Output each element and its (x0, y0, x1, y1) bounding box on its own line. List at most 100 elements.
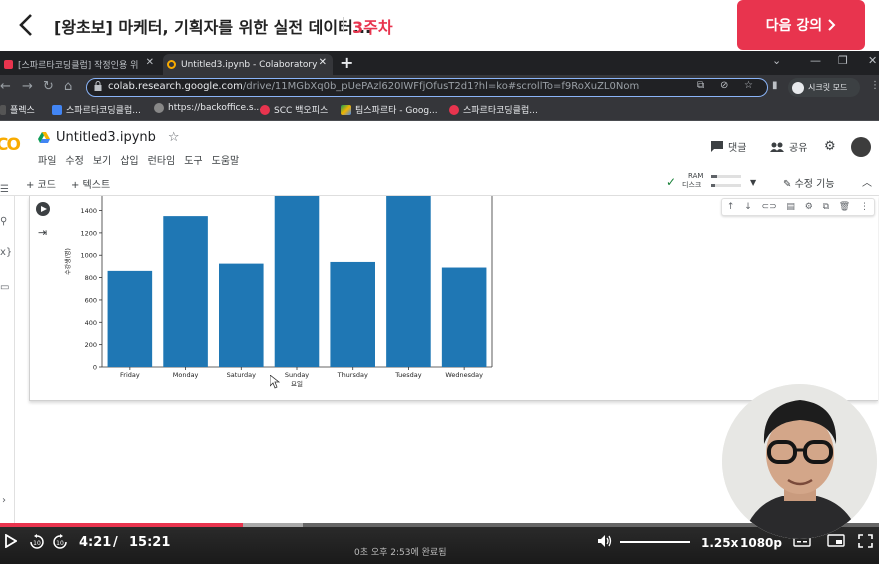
back-arrow-icon (19, 14, 32, 36)
share-button[interactable]: 공유 (770, 139, 807, 154)
search-icon[interactable]: ⚲ (0, 216, 7, 227)
course-header: [왕초보] 마케터, 기획자를 위한 실전 데이터... 3주차 다음 강의 (0, 0, 879, 51)
bar-monday (163, 216, 208, 367)
browser-menu-icon[interactable]: ⋮ (870, 80, 879, 91)
next-lecture-button[interactable]: 다음 강의 (737, 0, 865, 50)
back-nav-icon[interactable]: ← (0, 79, 11, 94)
bookmark-item[interactable]: 플렉스 (0, 103, 35, 116)
tab-search-icon[interactable]: ⌄ (772, 54, 781, 67)
rewind-10-icon[interactable]: 10 (29, 534, 45, 554)
menu-runtime[interactable]: 런타임 (148, 152, 176, 167)
ram-bar (711, 175, 741, 178)
link-icon[interactable]: ⊂⊃ (762, 202, 777, 212)
pip-icon[interactable] (827, 534, 845, 551)
toc-icon[interactable]: ☰ (0, 184, 9, 195)
settings-gear-icon[interactable]: ⚙ (824, 139, 836, 154)
files-folder-icon[interactable]: ▭ (0, 282, 9, 293)
bookmark-item[interactable]: 스파르타코딩클럽... (52, 103, 141, 116)
x-tick-label: Wednesday (445, 371, 483, 379)
connected-check-icon: ✓ (666, 175, 677, 189)
eye-off-icon[interactable]: ⊘ (720, 80, 728, 91)
y-tick-label: 800 (85, 274, 97, 282)
delete-cell-icon[interactable]: 🗑 (839, 202, 850, 212)
browser-tab-colab[interactable]: Untitled3.ipynb - Colaboratory ✕ (163, 54, 333, 75)
menu-help[interactable]: 도움말 (212, 152, 240, 167)
edit-mode-button[interactable]: ✎ 수정 기능 (783, 175, 835, 190)
output-clear-icon[interactable]: ⇥ (38, 226, 47, 239)
star-icon[interactable]: ☆ (168, 130, 180, 145)
x-tick-label: Tuesday (394, 371, 422, 379)
bookmark-star-icon[interactable]: ☆ (744, 80, 753, 91)
cell-settings-icon[interactable]: ⚙ (805, 202, 813, 212)
quality-button[interactable]: 1080p (740, 536, 782, 550)
bookmark-favicon-icon (52, 104, 62, 115)
profile-label: 시크릿 모드 (808, 83, 848, 92)
bookmark-item[interactable]: SCC 백오피스 (260, 103, 328, 116)
home-icon[interactable]: ⌂ (64, 79, 72, 94)
browser-tab-sparta[interactable]: [스파르타코딩클럽] 작정인용 위 ✕ (0, 54, 160, 75)
instructor-webcam (722, 384, 877, 539)
x-axis-label: 요일 (291, 379, 303, 388)
current-time: 4:21 (79, 535, 112, 550)
bookmark-favicon-icon (0, 104, 6, 115)
reload-icon[interactable]: ↻ (43, 79, 54, 94)
mirror-cell-icon[interactable]: ⧉ (823, 202, 829, 212)
menu-view[interactable]: 보기 (93, 152, 111, 167)
minimize-icon[interactable]: — (810, 54, 821, 67)
menu-tools[interactable]: 도구 (184, 152, 202, 167)
close-window-icon[interactable]: ✕ (868, 54, 877, 67)
play-icon[interactable] (5, 533, 18, 552)
side-panel-icon[interactable]: ▮ (772, 80, 778, 91)
bookmark-favicon-icon (449, 104, 459, 115)
bookmark-item[interactable]: 팀스파르타 - Goog... (341, 103, 438, 116)
volume-icon[interactable] (597, 534, 613, 552)
bookmark-item[interactable]: 스파르타코딩클럽... (449, 103, 538, 116)
volume-slider[interactable] (620, 541, 690, 543)
bar-tuesday (386, 196, 431, 367)
y-tick-label: 1000 (80, 252, 97, 260)
close-tab-icon[interactable]: ✕ (319, 57, 327, 68)
bookmark-item[interactable]: https://backoffice.s... (154, 103, 262, 113)
colab-logo-icon[interactable]: CO (0, 135, 21, 155)
bar-wednesday (441, 267, 487, 367)
close-tab-icon[interactable]: ✕ (146, 57, 154, 68)
lock-icon (94, 81, 102, 91)
x-tick-label: Saturday (227, 371, 256, 379)
add-text-button[interactable]: + 텍스트 (71, 176, 110, 191)
comment-cell-icon[interactable]: ▤ (786, 202, 795, 212)
disk-bar (711, 184, 741, 187)
variables-icon[interactable]: x} (0, 247, 12, 258)
notebook-title[interactable]: Untitled3.ipynb ☆ (38, 130, 180, 145)
cell-more-icon[interactable]: ⋮ (860, 202, 869, 212)
url-path: /drive/11MGbXq0b_pUePAzl620IWFfjOfusT2d1… (242, 81, 640, 92)
restore-icon[interactable]: ❐ (838, 54, 848, 67)
comment-button[interactable]: 댓글 (711, 139, 746, 154)
fullscreen-icon[interactable] (858, 534, 873, 552)
screen-cast-icon[interactable]: ⧉ (697, 80, 704, 91)
incognito-profile[interactable]: 시크릿 모드 (788, 78, 860, 97)
collapse-header-icon[interactable]: ︿ (862, 174, 872, 189)
menu-file[interactable]: 파일 (38, 152, 56, 167)
resource-indicator[interactable]: RAM 디스크 (682, 172, 703, 190)
playback-speed-button[interactable]: 1.25x (701, 536, 738, 550)
forward-10-icon[interactable]: 10 (52, 534, 68, 554)
add-code-button[interactable]: + 코드 (26, 176, 56, 191)
colab-status-text: 0초 오후 2:53에 완료됨 (354, 548, 447, 558)
run-cell-icon[interactable] (36, 202, 50, 216)
move-down-icon[interactable]: ↓ (744, 202, 752, 212)
y-tick-label: 1400 (80, 207, 97, 215)
drive-icon (38, 132, 50, 143)
forward-nav-icon[interactable]: → (22, 79, 33, 94)
resource-dropdown-icon[interactable]: ▼ (750, 178, 756, 187)
move-up-icon[interactable]: ↑ (727, 202, 735, 212)
ram-label: RAM (688, 172, 704, 180)
x-tick-label: Thursday (337, 371, 368, 379)
bar-chart: 0 200 400 600 800 1000 1200 1400 Friday Monday Sat… (64, 196, 493, 388)
back-button[interactable] (14, 11, 40, 39)
user-avatar[interactable] (851, 137, 871, 157)
time-separator: / (113, 535, 118, 550)
menu-insert[interactable]: 삽입 (120, 152, 138, 167)
menu-edit[interactable]: 수정 (65, 152, 83, 167)
expand-sidebar-icon[interactable]: › (2, 495, 6, 506)
new-tab-icon[interactable]: + (340, 53, 353, 72)
